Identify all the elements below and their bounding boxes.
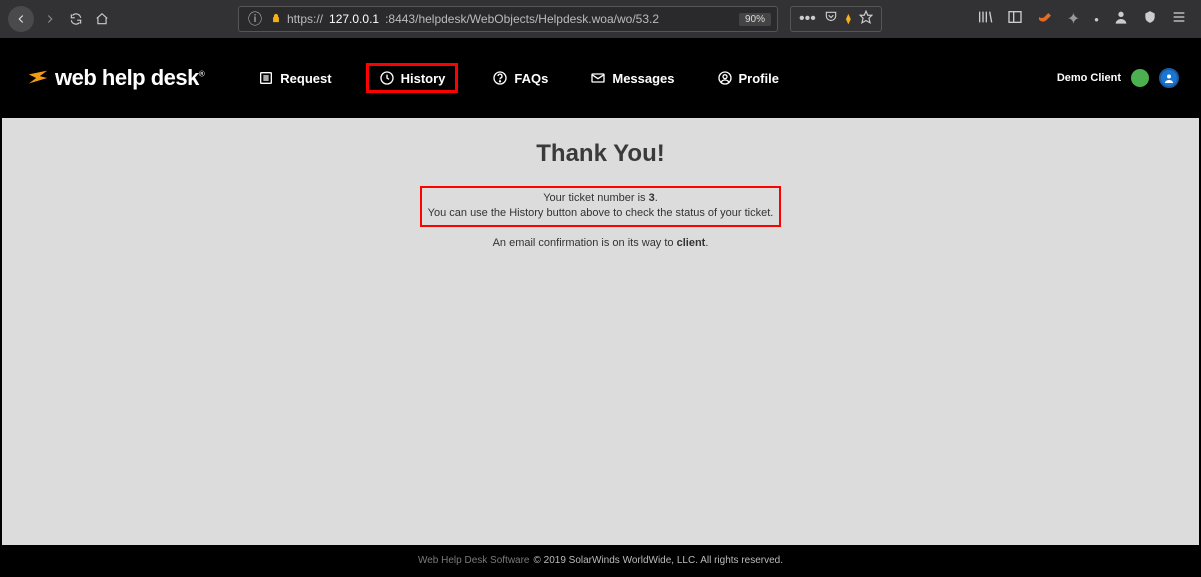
footer-copyright: © 2019 SolarWinds WorldWide, LLC. All ri… (534, 555, 784, 566)
nav-faqs-label: FAQs (514, 71, 548, 86)
footer-product[interactable]: Web Help Desk Software (418, 555, 530, 566)
avatar[interactable] (1159, 68, 1179, 88)
menu-icon[interactable] (1171, 9, 1187, 30)
nav-profile[interactable]: Profile (709, 64, 787, 92)
back-button[interactable] (8, 6, 34, 32)
sidebar-icon[interactable] (1007, 9, 1023, 30)
page-frame: web help desk® Request History FAQs (0, 38, 1201, 577)
url-host: 127.0.0.1 (329, 12, 379, 26)
dot-icon[interactable]: ● (1094, 15, 1099, 24)
nav-menu: Request History FAQs Messages (250, 63, 787, 93)
url-scheme: https:// (287, 12, 323, 26)
status-badge[interactable] (1131, 69, 1149, 87)
nav-messages-label: Messages (612, 71, 674, 86)
nav-profile-label: Profile (739, 71, 779, 86)
browser-right-controls: ✦ ● (977, 9, 1187, 30)
email-target: client (677, 237, 706, 249)
reload-button[interactable] (66, 9, 86, 29)
lock-warning-icon (271, 13, 281, 26)
user-icon (717, 70, 733, 86)
history-hint-line: You can use the History button above to … (428, 206, 774, 221)
zoom-level[interactable]: 90% (739, 13, 771, 26)
forward-button[interactable] (40, 9, 60, 29)
library-icon[interactable] (977, 9, 993, 30)
email-confirmation-line: An email confirmation is on its way to c… (2, 237, 1199, 249)
ticket-info-box: Your ticket number is 3. You can use the… (420, 186, 782, 227)
nav-faqs[interactable]: FAQs (484, 64, 556, 92)
home-button[interactable] (92, 9, 112, 29)
user-name: Demo Client (1057, 72, 1121, 84)
nav-request-label: Request (280, 71, 331, 86)
account-icon[interactable] (1113, 9, 1129, 30)
nav-messages[interactable]: Messages (582, 64, 682, 92)
logo-text: web help desk® (55, 65, 204, 91)
star-icon[interactable] (859, 10, 873, 29)
app-logo[interactable]: web help desk® (27, 65, 204, 91)
extension2-icon[interactable]: ✦ (1067, 9, 1080, 29)
address-bar[interactable]: ⓘ https:// 127.0.0.1 :8443/helpdesk/WebObj… (238, 6, 778, 32)
main-content: Thank You! Your ticket number is 3. You … (2, 118, 1199, 545)
more-icon[interactable]: ••• (799, 10, 816, 28)
extension-icon[interactable] (1037, 9, 1053, 30)
nav-history[interactable]: History (366, 63, 459, 93)
app-header: web help desk® Request History FAQs (2, 38, 1199, 118)
question-icon (492, 70, 508, 86)
logo-icon (27, 67, 49, 89)
browser-toolbar: ⓘ https:// 127.0.0.1 :8443/helpdesk/WebObj… (0, 0, 1201, 38)
clock-icon (379, 70, 395, 86)
list-icon (258, 70, 274, 86)
url-path: :8443/helpdesk/WebObjects/Helpdesk.woa/w… (385, 12, 659, 26)
nav-history-label: History (401, 71, 446, 86)
protection-icon[interactable] (1143, 10, 1157, 29)
footer: Web Help Desk Software © 2019 SolarWinds… (2, 545, 1199, 575)
mail-icon (590, 70, 606, 86)
pocket-icon[interactable] (824, 10, 838, 29)
nav-request[interactable]: Request (250, 64, 339, 92)
page-title: Thank You! (2, 140, 1199, 168)
tag-icon[interactable]: ⧫ (846, 14, 851, 25)
ticket-number-line: Your ticket number is 3. (428, 191, 774, 206)
site-info-icon[interactable]: ⓘ (245, 9, 265, 29)
page-actions: ••• ⧫ (790, 6, 882, 32)
header-user-area: Demo Client (1057, 68, 1179, 88)
